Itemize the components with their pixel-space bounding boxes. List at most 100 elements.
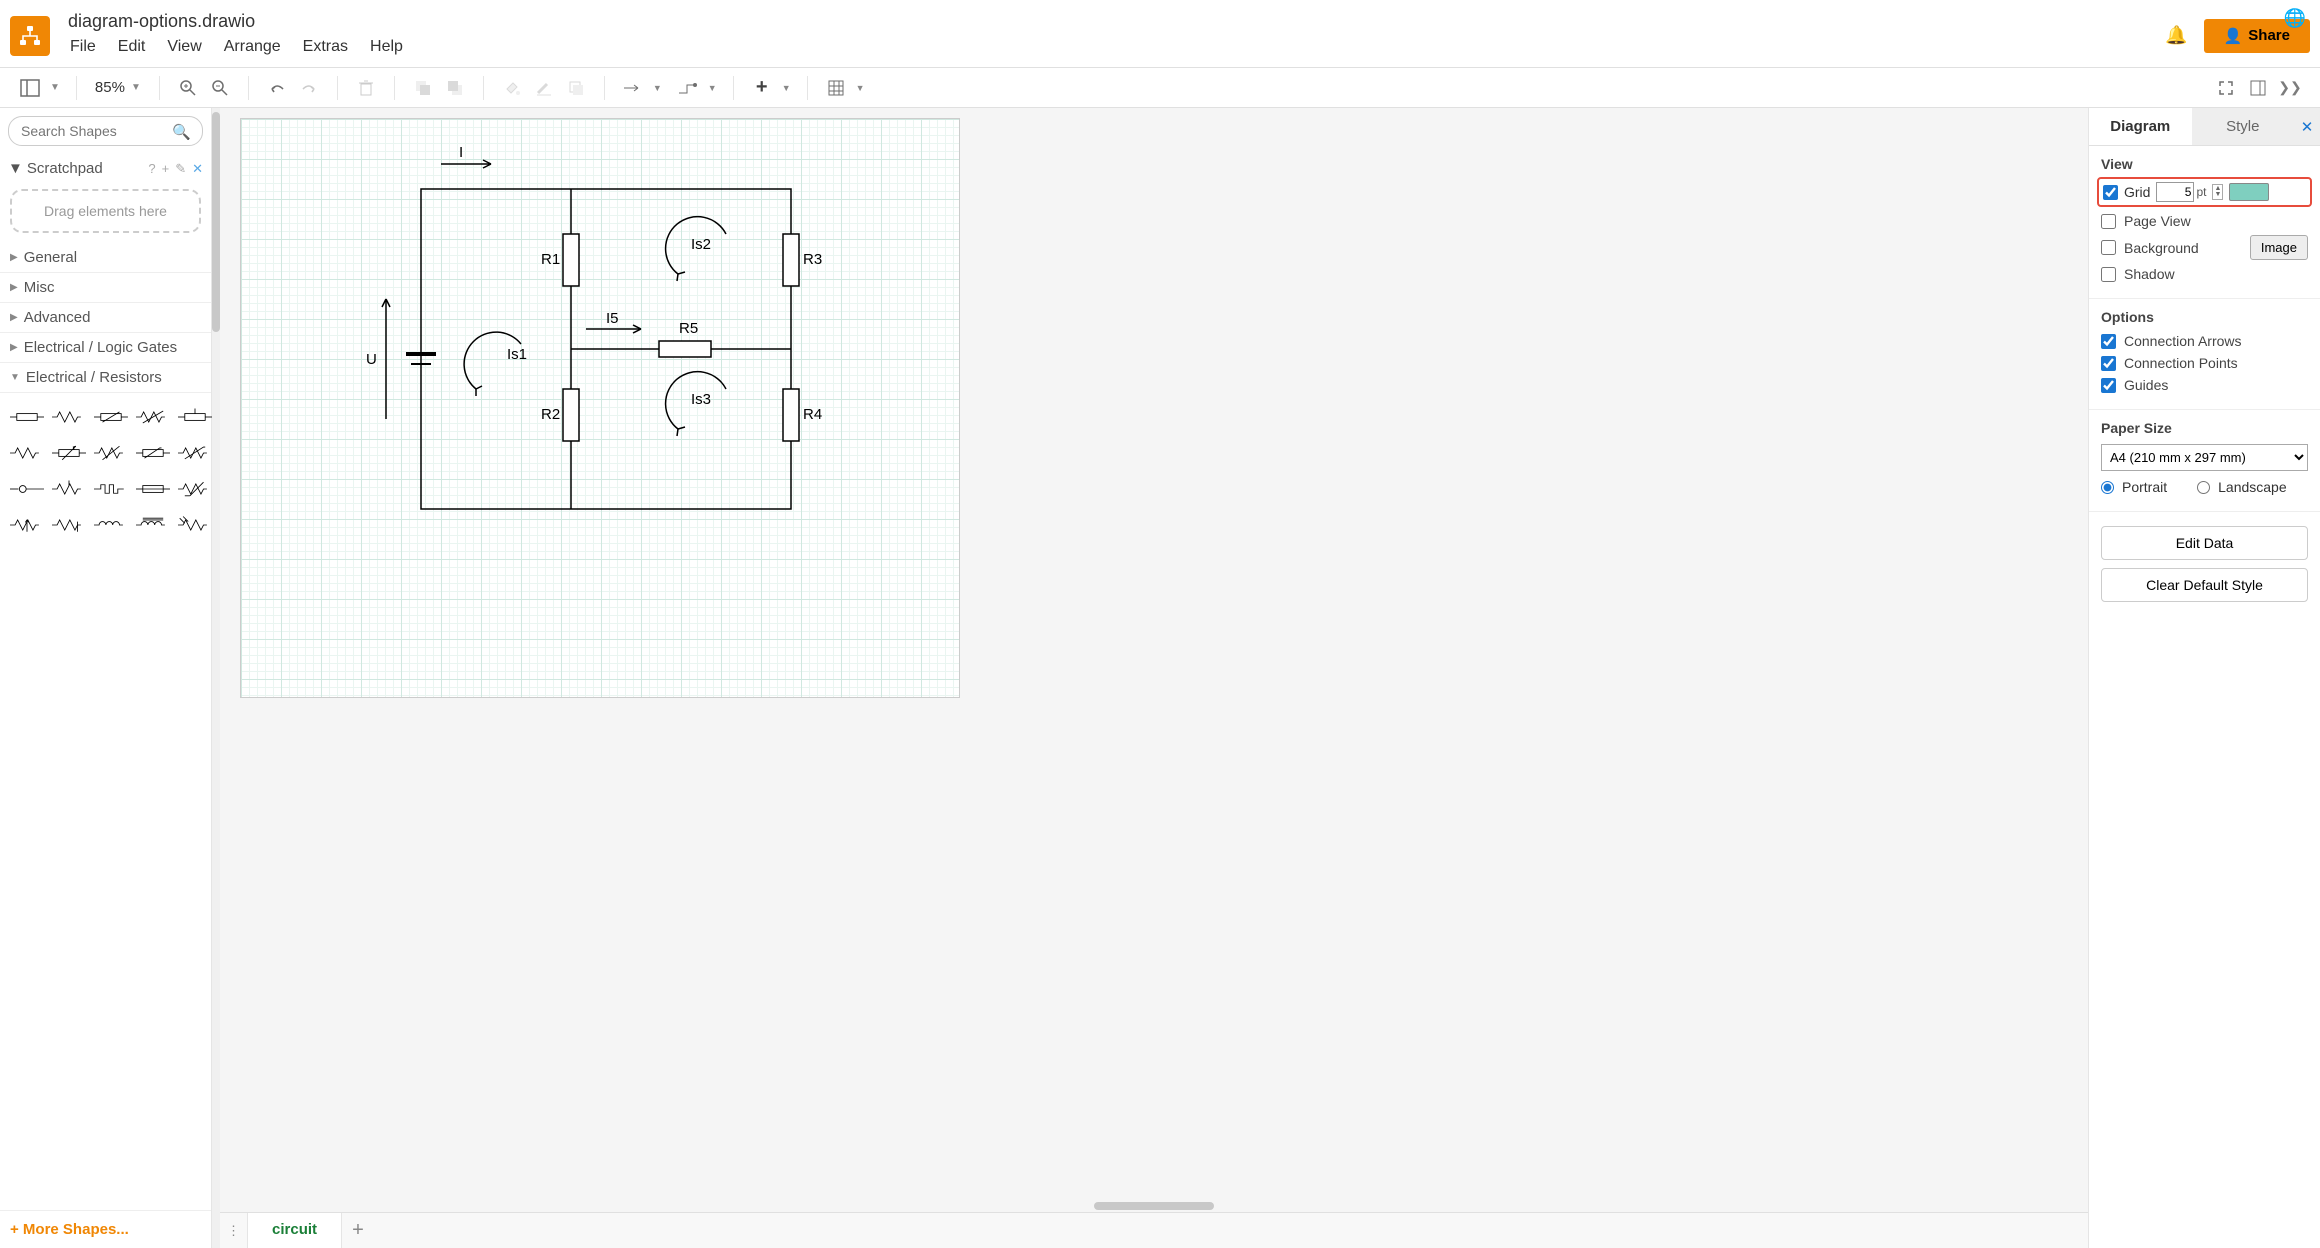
zoom-out-icon[interactable] [208,76,232,100]
scratchpad-header[interactable]: ▼ Scratchpad ? + ✎ ✕ [0,154,211,183]
shape-resistor-zigzag[interactable] [52,403,86,431]
conn-points-checkbox[interactable] [2101,356,2116,371]
guides-checkbox[interactable] [2101,378,2116,393]
page-view-label: Page View [2124,213,2308,229]
document-title[interactable]: diagram-options.drawio [68,11,2165,32]
redo-icon[interactable] [297,76,321,100]
portrait-radio[interactable] [2101,481,2114,494]
connection-icon[interactable] [621,76,645,100]
section-resistors[interactable]: ▼Electrical / Resistors [0,363,211,393]
shape-inductor-core[interactable] [136,511,170,539]
line-color-icon[interactable] [532,76,556,100]
shape-resistor-fuse[interactable] [136,475,170,503]
shape-resistor-var-zigzag[interactable] [136,403,170,431]
format-panel: Diagram Style ✕ View Grid pt ▲▼ Page Vie… [2088,108,2320,1248]
shape-resistor-nonlinear-zigzag[interactable] [178,439,212,467]
chevron-down-icon[interactable]: ▼ [50,82,60,93]
collapse-icon[interactable]: ❯❯ [2278,76,2302,100]
fill-icon[interactable] [500,76,524,100]
shadow-icon[interactable] [564,76,588,100]
menu-edit[interactable]: Edit [116,34,148,60]
landscape-radio[interactable] [2197,481,2210,494]
menu-view[interactable]: View [165,34,203,60]
shape-resistor-tap-box[interactable] [178,403,212,431]
shape-resistor-pot-zigzag[interactable] [52,511,86,539]
landscape-label: Landscape [2218,479,2287,495]
fullscreen-icon[interactable] [2214,76,2238,100]
drawing-canvas[interactable]: I R1 R2 R3 R4 R5 I5 U Is1 Is2 Is3 [240,118,960,698]
shape-resistor-trim[interactable] [10,475,44,503]
help-icon[interactable]: ? [148,161,155,176]
insert-icon[interactable]: + [750,76,774,100]
sidebar-toggle-icon[interactable] [18,76,42,100]
shape-resistor-adj-zigzag[interactable] [94,439,128,467]
shape-inductor[interactable] [94,511,128,539]
page-view-checkbox[interactable] [2101,214,2116,229]
to-front-icon[interactable] [411,76,435,100]
waypoint-icon[interactable] [676,76,700,100]
section-misc[interactable]: ▶Misc [0,273,211,303]
scratchpad-dropzone[interactable]: Drag elements here [10,189,201,233]
shape-thermistor-zigzag[interactable] [178,475,212,503]
delete-icon[interactable] [354,76,378,100]
table-icon[interactable] [824,76,848,100]
app-logo[interactable] [10,16,50,56]
format-panel-icon[interactable] [2246,76,2270,100]
shape-resistor-zarrow[interactable] [10,511,44,539]
shadow-checkbox[interactable] [2101,267,2116,282]
grid-stepper[interactable]: ▲▼ [2212,184,2223,200]
shape-resistor-nonlinear-box[interactable] [136,439,170,467]
section-logic-gates[interactable]: ▶Electrical / Logic Gates [0,333,211,363]
add-icon[interactable]: + [162,161,170,176]
grid-color-swatch[interactable] [2229,183,2269,201]
add-tab-button[interactable]: + [342,1213,374,1248]
conn-arrows-checkbox[interactable] [2101,334,2116,349]
shape-resistor-ldr[interactable] [178,511,212,539]
bell-icon[interactable]: 🔔 [2165,25,2187,46]
background-label: Background [2124,240,2242,256]
grid-checkbox[interactable] [2103,185,2118,200]
menu-extras[interactable]: Extras [301,34,350,60]
edit-icon[interactable]: ✎ [175,161,186,177]
chevron-down-icon: ▼ [131,82,141,93]
label-I5: I5 [606,310,619,327]
tab-style[interactable]: Style [2192,108,2295,145]
undo-icon[interactable] [265,76,289,100]
resistors-shapes [0,393,211,549]
background-image-button[interactable]: Image [2250,235,2308,260]
more-shapes-button[interactable]: + More Shapes... [0,1210,211,1248]
edit-data-button[interactable]: Edit Data [2101,526,2308,560]
canvas-h-scrollbar[interactable] [220,1200,2088,1212]
shapes-sidebar: 🔍 ▼ Scratchpad ? + ✎ ✕ Drag elements her… [0,108,212,1248]
zoom-control[interactable]: 85% ▼ [85,79,151,96]
tab-circuit[interactable]: circuit [248,1213,342,1248]
close-icon[interactable]: ✕ [192,161,203,177]
label-Is3: Is3 [691,391,711,408]
tab-menu-icon[interactable]: ⋮ [220,1213,248,1248]
grid-size-input[interactable] [2156,182,2194,202]
shadow-label: Shadow [2124,266,2308,282]
menu-help[interactable]: Help [368,34,405,60]
menu-file[interactable]: File [68,34,98,60]
shape-memristor[interactable] [94,475,128,503]
shape-resistor-preset-zigzag[interactable] [52,475,86,503]
globe-icon[interactable]: 🌐 [2284,8,2306,29]
background-checkbox[interactable] [2101,240,2116,255]
menu-arrange[interactable]: Arrange [222,34,283,60]
zoom-in-icon[interactable] [176,76,200,100]
sidebar-scrollbar[interactable] [212,108,220,1248]
person-icon: 👤 [2224,27,2243,45]
shape-resistor-zigzag2[interactable] [10,439,44,467]
tab-diagram[interactable]: Diagram [2089,108,2192,145]
shape-resistor-var-box[interactable] [94,403,128,431]
to-back-icon[interactable] [443,76,467,100]
shape-resistor-adj-box[interactable] [52,439,86,467]
close-panel-icon[interactable]: ✕ [2294,108,2320,145]
section-advanced[interactable]: ▶Advanced [0,303,211,333]
clear-style-button[interactable]: Clear Default Style [2101,568,2308,602]
paper-size-select[interactable]: A4 (210 mm x 297 mm) [2101,444,2308,471]
conn-arrows-label: Connection Arrows [2124,333,2308,349]
shape-resistor-box[interactable] [10,403,44,431]
section-general[interactable]: ▶General [0,243,211,273]
search-icon[interactable]: 🔍 [172,123,191,141]
